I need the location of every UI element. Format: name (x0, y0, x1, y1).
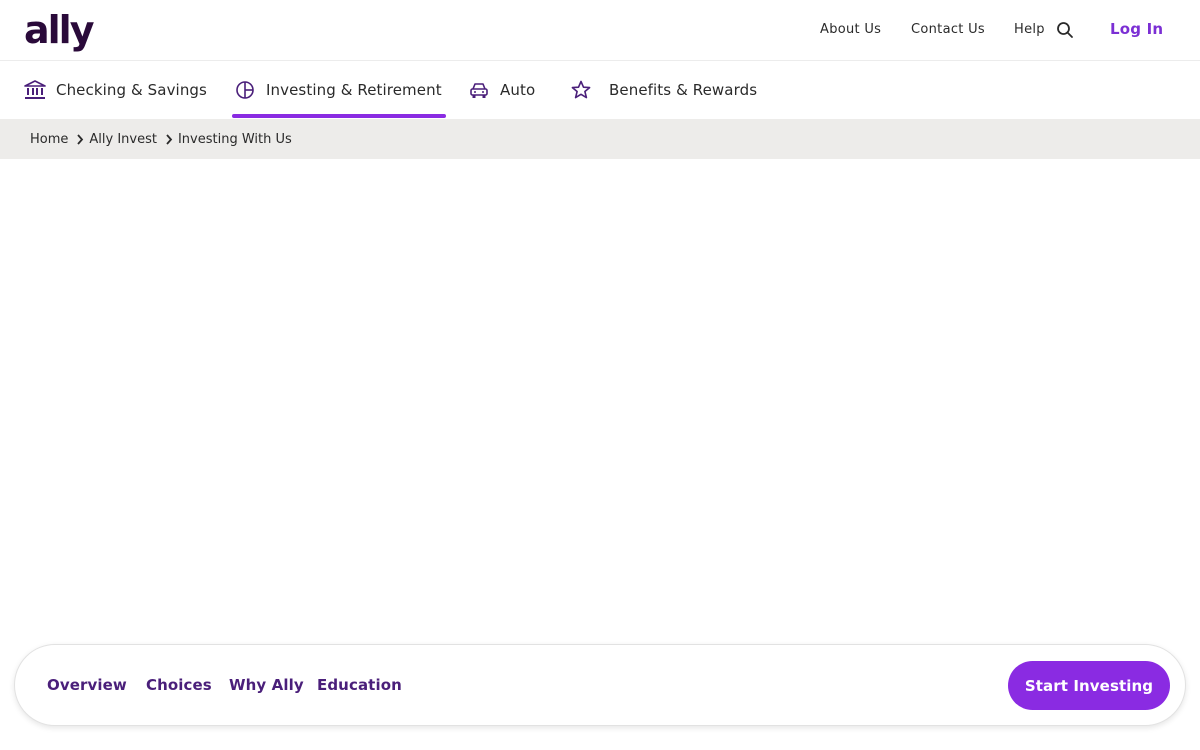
main-nav: Checking & Savings Investing & Retiremen… (0, 61, 1200, 119)
subnav-why-ally[interactable]: Why Ally (229, 676, 304, 694)
breadcrumb-ally-invest[interactable]: Ally Invest (89, 132, 157, 147)
chevron-right-icon (162, 132, 176, 146)
nav-benefits-rewards[interactable]: Benefits & Rewards (570, 61, 757, 119)
ally-logo[interactable]: ally (24, 8, 94, 52)
nav-auto[interactable]: Auto (468, 61, 535, 119)
contact-us-link[interactable]: Contact Us (911, 22, 985, 37)
car-icon (468, 79, 490, 101)
chevron-right-icon (73, 132, 87, 146)
pie-chart-icon (234, 79, 256, 101)
nav-checking-savings[interactable]: Checking & Savings (24, 61, 207, 119)
breadcrumb-current: Investing With Us (177, 131, 292, 147)
subnav-overview[interactable]: Overview (47, 676, 127, 694)
breadcrumb-home[interactable]: Home (30, 132, 68, 147)
log-in-link[interactable]: Log In (1110, 20, 1163, 38)
subnav-education[interactable]: Education (317, 676, 402, 694)
sticky-sub-nav: Overview Choices Why Ally Education Star… (14, 644, 1186, 726)
search-icon[interactable] (1056, 21, 1074, 39)
bank-icon (24, 79, 46, 101)
top-header: ally About Us Contact Us Help Log In (0, 0, 1200, 61)
nav-investing-retirement[interactable]: Investing & Retirement (232, 61, 446, 119)
nav-label: Investing & Retirement (266, 81, 442, 99)
about-us-link[interactable]: About Us (820, 22, 881, 37)
star-icon (570, 79, 592, 101)
help-link[interactable]: Help (1014, 22, 1045, 37)
nav-label: Checking & Savings (56, 81, 207, 99)
subnav-choices[interactable]: Choices (146, 676, 212, 694)
nav-label: Auto (500, 81, 536, 99)
breadcrumb: Home Ally Invest Investing With Us (0, 119, 1200, 159)
start-investing-button[interactable]: Start Investing (1008, 661, 1170, 710)
active-tab-indicator (232, 114, 446, 118)
nav-label: Benefits & Rewards (609, 81, 758, 99)
